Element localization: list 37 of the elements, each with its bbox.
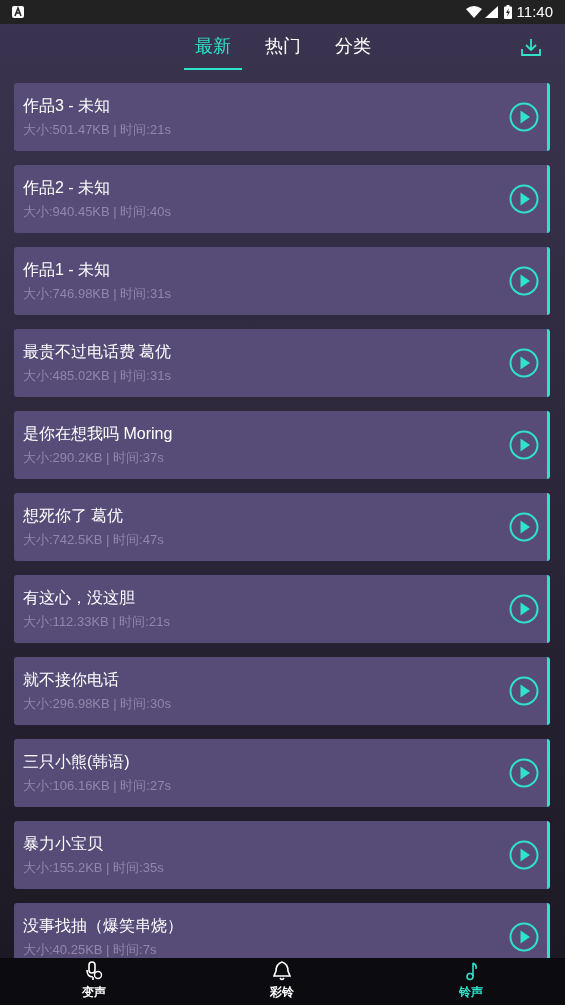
play-icon[interactable] <box>509 840 539 870</box>
song-title: 作品3 - 未知 <box>23 96 112 116</box>
song-title: 就不接你电话 <box>23 670 120 690</box>
nav-tab[interactable]: 彩铃 <box>188 958 377 1005</box>
song-title: 作品1 - 未知 <box>23 260 112 280</box>
song-title: 暴力小宝贝 <box>23 834 104 854</box>
song-title: 想死你了 葛优 <box>23 506 125 526</box>
music-note-icon <box>463 961 478 981</box>
tab[interactable]: 热门 <box>253 24 312 70</box>
play-icon[interactable] <box>509 594 539 624</box>
play-icon[interactable] <box>509 758 539 788</box>
play-icon[interactable] <box>509 102 539 132</box>
nav-tab[interactable]: 变声 <box>0 958 189 1005</box>
play-icon[interactable] <box>509 676 539 706</box>
song-title: 没事找抽（爆笑串烧） <box>23 916 184 936</box>
signal-icon <box>484 6 498 18</box>
wifi-icon <box>465 6 482 18</box>
song-title: 作品2 - 未知 <box>23 178 112 198</box>
notification-icon <box>12 6 24 18</box>
tab[interactable]: 最新 <box>183 24 242 70</box>
play-icon[interactable] <box>509 430 539 460</box>
song-title: 最贵不过电话费 葛优 <box>23 342 173 362</box>
microphone-icon <box>85 961 104 981</box>
download-icon[interactable] <box>521 38 541 56</box>
bell-icon <box>273 961 292 981</box>
song-title: 有这心，没这胆 <box>23 588 136 608</box>
play-icon[interactable] <box>509 348 539 378</box>
play-icon[interactable] <box>509 512 539 542</box>
nav-tab[interactable]: 铃声 <box>376 958 565 1005</box>
status-time: 11:40 <box>516 1 553 22</box>
play-icon[interactable] <box>509 266 539 296</box>
play-icon[interactable] <box>509 184 539 214</box>
song-title: 三只小熊(韩语) <box>23 752 131 772</box>
battery-icon <box>503 5 512 19</box>
tab[interactable]: 分类 <box>323 24 382 70</box>
play-icon[interactable] <box>509 922 539 952</box>
song-title: 是你在想我吗 Moring <box>23 424 174 444</box>
